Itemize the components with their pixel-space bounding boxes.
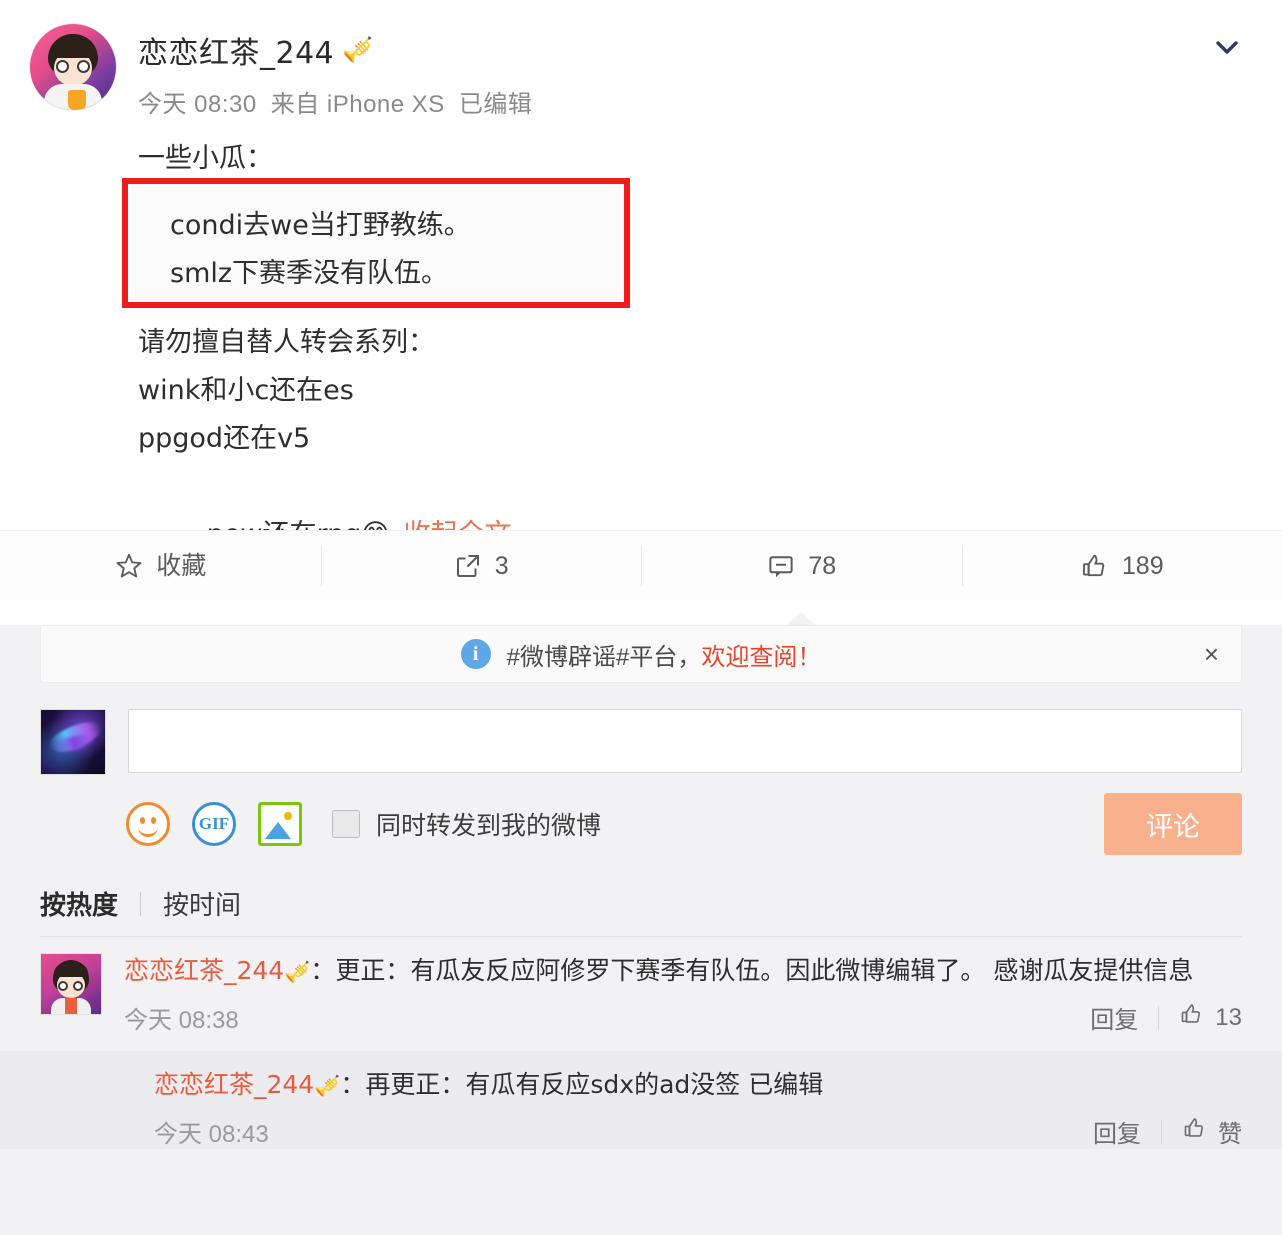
- post-edited-flag: 已编辑: [459, 91, 533, 118]
- comment-content: 更正：有瓜友反应阿修罗下赛季有队伍。因此微博编辑了。 感谢瓜友提供信息: [335, 956, 1193, 985]
- notice-banner: i #微博辟谣#平台， 欢迎查阅！ ×: [40, 625, 1242, 683]
- post-timestamp: 今天 08:30 来自 iPhone XS 已编辑: [138, 84, 532, 119]
- megaphone-icon: 🎺: [314, 1074, 340, 1098]
- comment-count: 78: [808, 554, 836, 579]
- comment-input[interactable]: [128, 709, 1242, 773]
- compose-row: [40, 709, 1242, 775]
- share-count: 3: [495, 554, 509, 579]
- comment-time: 今天 08:38: [124, 1000, 239, 1035]
- post-meta: 恋恋红茶_244 🎺 今天 08:30 来自 iPhone XS 已编辑: [138, 24, 532, 119]
- comment-footer: 今天 08:38 回复 13: [124, 1000, 1242, 1035]
- comment-avatar[interactable]: [40, 953, 102, 1015]
- comment-like-count: 赞: [1218, 1114, 1242, 1149]
- gif-icon[interactable]: GIF: [192, 802, 236, 846]
- post-time-text: 今天 08:30: [138, 91, 257, 118]
- comment-reply-block: 恋恋红茶_244🎺：再更正：有瓜有反应sdx的ad没签 已编辑 今天 08:43…: [0, 1051, 1282, 1149]
- highlight-line-2: smlz下赛季没有队伍。: [170, 250, 624, 298]
- info-icon: i: [461, 639, 491, 669]
- chevron-down-icon[interactable]: [1210, 30, 1244, 64]
- comment-content: 再更正：有瓜有反应sdx的ad没签 已编辑: [365, 1070, 823, 1099]
- notice-link[interactable]: 欢迎查阅！: [701, 637, 821, 672]
- comment-text-row: 恋恋红茶_244🎺：再更正：有瓜有反应sdx的ad没签 已编辑: [154, 1067, 1242, 1104]
- comment-like-button[interactable]: 13: [1179, 1001, 1242, 1034]
- comment-actions: 回复 赞: [1093, 1114, 1242, 1149]
- image-icon[interactable]: [258, 802, 302, 846]
- comment-separator: ：: [310, 956, 335, 985]
- comment-panel: i #微博辟谣#平台， 欢迎查阅！ × GIF 同时转发到我的微博 评论: [0, 625, 1282, 1235]
- comment-like-button[interactable]: 赞: [1182, 1114, 1242, 1149]
- like-button[interactable]: 189: [962, 531, 1282, 601]
- emoji-icon[interactable]: [126, 802, 170, 846]
- post-line-3: ppgod还在v5: [138, 415, 1252, 463]
- sort-divider: [140, 892, 141, 916]
- post-header: 恋恋红茶_244 🎺 今天 08:30 来自 iPhone XS 已编辑: [30, 24, 1252, 119]
- post-container: 恋恋红茶_244 🎺 今天 08:30 来自 iPhone XS 已编辑 一些小瓜：…: [0, 0, 1282, 530]
- comment-icon: [766, 551, 796, 581]
- sort-tab-time[interactable]: 按时间: [163, 885, 241, 922]
- comment-separator: ：: [340, 1070, 365, 1099]
- highlight-line-1: condi去we当打野教练。: [170, 202, 624, 250]
- comment-body: 恋恋红茶_244🎺：再更正：有瓜有反应sdx的ad没签 已编辑 今天 08:43…: [154, 1067, 1242, 1149]
- favorite-button[interactable]: 收藏: [0, 531, 321, 601]
- weibo-post-page: 恋恋红茶_244 🎺 今天 08:30 来自 iPhone XS 已编辑 一些小瓜：…: [0, 0, 1282, 1210]
- comment-footer: 今天 08:43 回复 赞: [154, 1114, 1242, 1149]
- comment-button[interactable]: 78: [641, 531, 962, 601]
- comment-body: 恋恋红茶_244🎺：更正：有瓜友反应阿修罗下赛季有队伍。因此微博编辑了。 感谢瓜…: [124, 953, 1242, 1035]
- post-action-bar: 收藏 3 78: [0, 530, 1282, 601]
- repost-checkbox[interactable]: [332, 810, 360, 838]
- thumbs-up-icon: [1182, 1115, 1208, 1148]
- comment-time: 今天 08:43: [154, 1114, 269, 1149]
- megaphone-icon: 🎺: [284, 960, 310, 984]
- comment-item: 恋恋红茶_244🎺：更正：有瓜友反应阿修罗下赛季有队伍。因此微博编辑了。 感谢瓜…: [0, 937, 1282, 1035]
- close-icon[interactable]: ×: [1204, 641, 1219, 667]
- favorite-label: 收藏: [156, 554, 206, 579]
- action-divider: [1158, 1006, 1159, 1030]
- post-line-1: 请勿擅自替人转会系列：: [138, 319, 1252, 367]
- compose-toolbar: GIF 同时转发到我的微博 评论: [126, 793, 1242, 855]
- star-icon: [114, 551, 144, 581]
- comment-actions: 回复 13: [1090, 1000, 1242, 1035]
- comment-username[interactable]: 恋恋红茶_244: [154, 1070, 314, 1099]
- thumbs-up-icon: [1179, 1001, 1205, 1034]
- notice-text: #微博辟谣#平台，: [507, 637, 702, 672]
- repost-checkbox-label: 同时转发到我的微博: [376, 806, 601, 842]
- share-icon: [453, 551, 483, 581]
- comment-item: 恋恋红茶_244🎺：再更正：有瓜有反应sdx的ad没签 已编辑 今天 08:43…: [0, 1051, 1282, 1149]
- sort-tab-hot[interactable]: 按热度: [40, 885, 118, 922]
- share-button[interactable]: 3: [321, 531, 642, 601]
- comment-text-row: 恋恋红茶_244🎺：更正：有瓜友反应阿修罗下赛季有队伍。因此微博编辑了。 感谢瓜…: [124, 953, 1242, 990]
- action-divider: [1161, 1120, 1162, 1144]
- comment-like-count: 13: [1215, 1004, 1242, 1032]
- comment-username[interactable]: 恋恋红茶_244: [124, 956, 284, 985]
- current-user-avatar[interactable]: [40, 709, 106, 775]
- post-source: 来自 iPhone XS: [271, 91, 445, 118]
- comment-sort-tabs: 按热度 按时间: [40, 885, 1242, 937]
- reply-button[interactable]: 回复: [1090, 1000, 1138, 1035]
- thumbs-up-icon: [1080, 551, 1110, 581]
- reply-button[interactable]: 回复: [1093, 1114, 1141, 1149]
- post-username[interactable]: 恋恋红茶_244: [138, 28, 334, 72]
- avatar[interactable]: [30, 24, 116, 110]
- highlighted-post-lines: condi去we当打野教练。 smlz下赛季没有队伍。: [128, 184, 624, 302]
- like-count: 189: [1122, 554, 1164, 579]
- panel-arrow: [785, 612, 817, 626]
- submit-comment-button[interactable]: 评论: [1104, 793, 1242, 855]
- post-intro-line: 一些小瓜：: [138, 135, 1252, 183]
- megaphone-icon: 🎺: [342, 38, 373, 63]
- post-line-2: wink和小c还在es: [138, 367, 1252, 415]
